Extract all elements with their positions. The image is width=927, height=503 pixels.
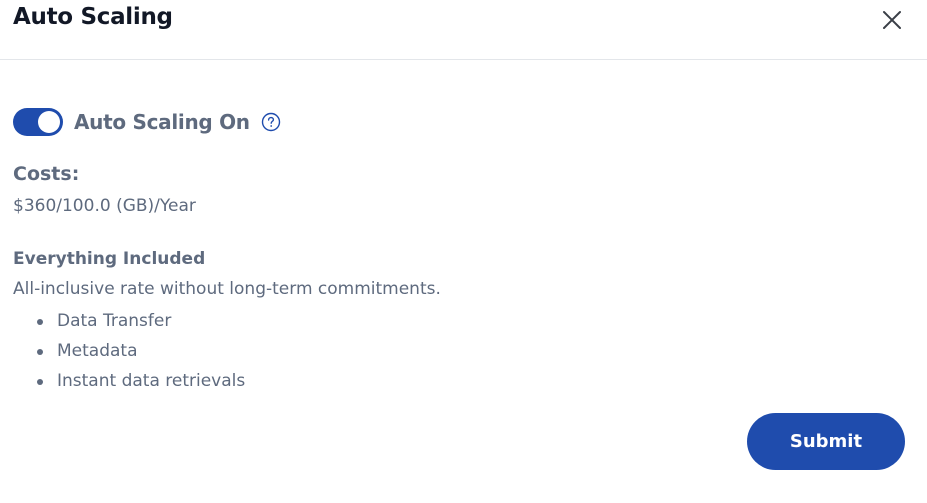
auto-scaling-toggle[interactable] [13, 108, 63, 136]
feature-item: Instant data retrievals [13, 368, 245, 398]
feature-item: Metadata [13, 338, 245, 368]
feature-list: Data Transfer Metadata Instant data retr… [13, 308, 245, 398]
feature-item: Data Transfer [13, 308, 245, 338]
dialog-header: Auto Scaling [0, 0, 927, 60]
costs-label: Costs: [13, 163, 80, 185]
plan-description: All-inclusive rate without long-term com… [13, 279, 441, 299]
auto-scaling-toggle-row: Auto Scaling On [13, 106, 281, 138]
question-circle-icon[interactable] [261, 112, 281, 132]
close-icon[interactable] [880, 8, 904, 32]
costs-value: $360/100.0 (GB)/Year [13, 196, 196, 216]
auto-scaling-dialog: Auto Scaling Auto Scaling On Costs: $360… [0, 0, 927, 503]
submit-button[interactable]: Submit [747, 413, 905, 470]
dialog-title: Auto Scaling [13, 4, 173, 30]
toggle-knob [38, 111, 60, 133]
auto-scaling-label: Auto Scaling On [74, 110, 250, 134]
plan-name: Everything Included [13, 249, 206, 269]
